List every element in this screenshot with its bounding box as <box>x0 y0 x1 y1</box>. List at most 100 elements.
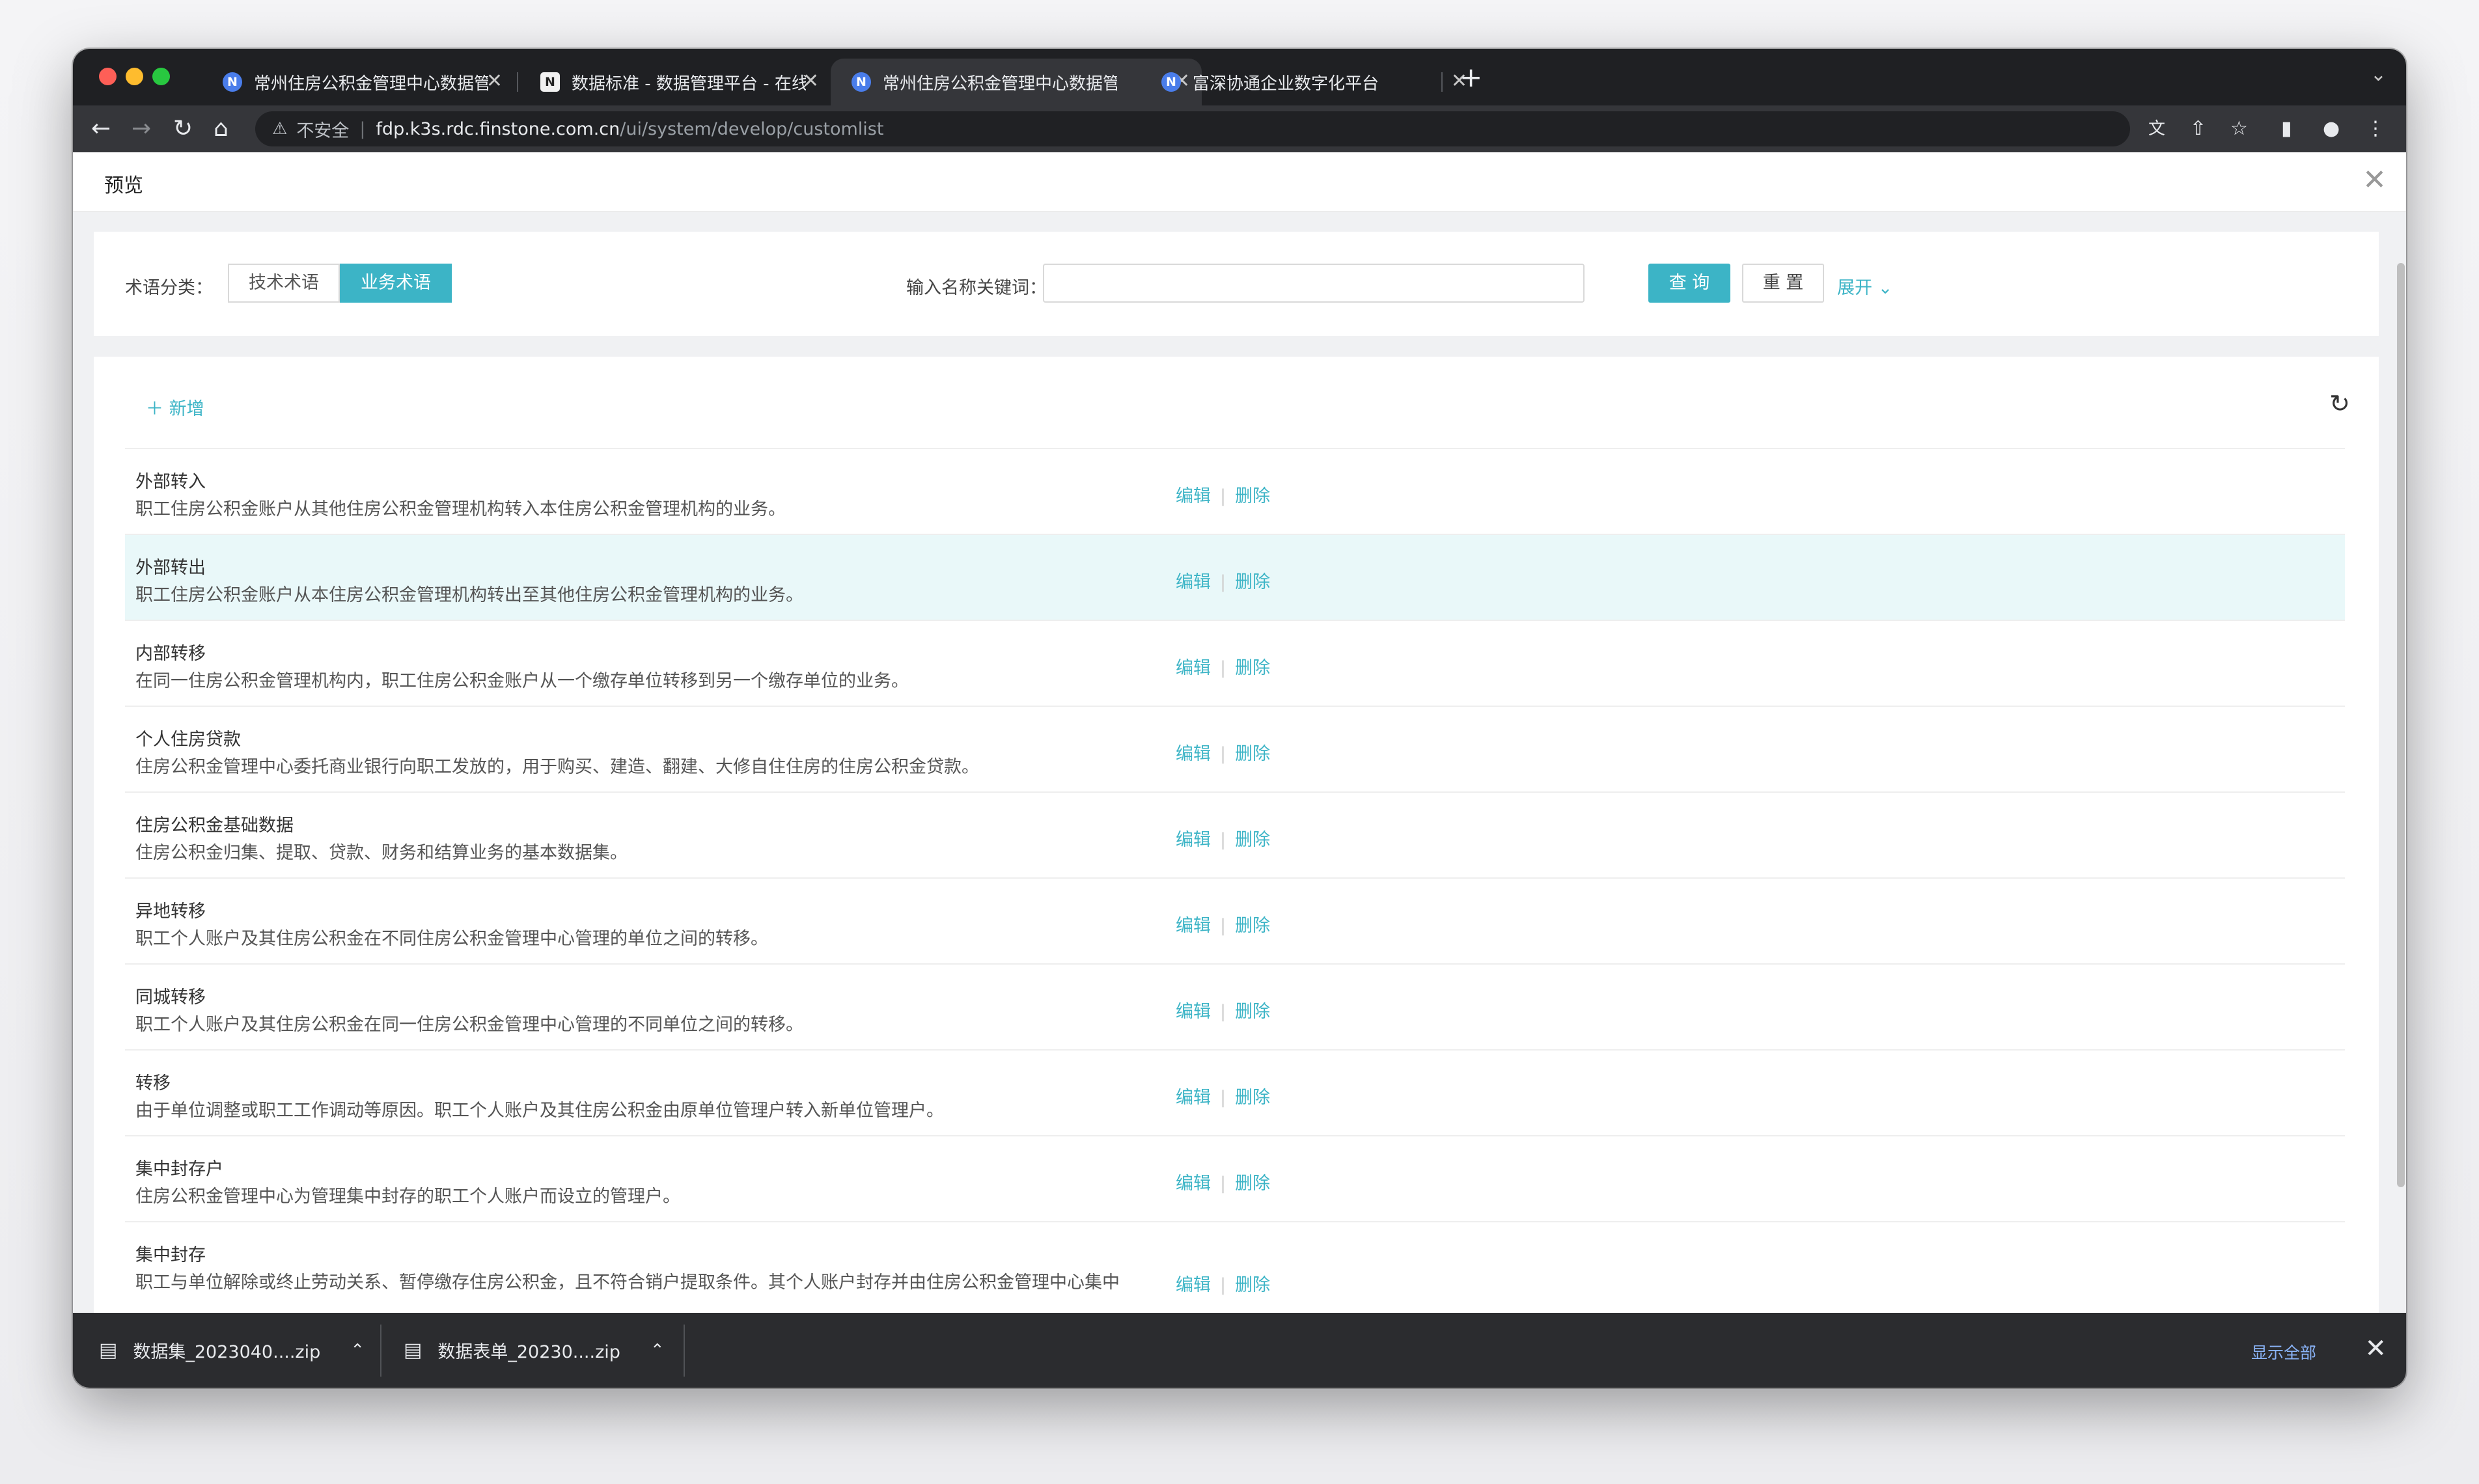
address-toolbar: ← → ↻ ⌂ ⚠ 不安全 | fdp.k3s.rdc.finstone.com… <box>73 105 2406 152</box>
tab-2[interactable]: N 数据标准 - 数据管理平台 - 在线文档 ✕ <box>519 59 831 105</box>
category-segmented-control: 技术术语 业务术语 <box>228 264 452 303</box>
zoom-window-button[interactable] <box>152 68 170 85</box>
download-item-1[interactable]: ▤ 数据集_2023040....zip ⌃ <box>99 1313 365 1388</box>
browser-window: N 常州住房公积金管理中心数据管理 ✕ N 数据标准 - 数据管理平台 - 在线… <box>73 49 2406 1388</box>
op-divider: | <box>1220 1174 1226 1194</box>
home-icon[interactable]: ⌂ <box>214 115 229 143</box>
tab-1[interactable]: N 常州住房公积金管理中心数据管理 ✕ <box>202 59 514 105</box>
tab-divider <box>1441 72 1443 92</box>
add-button[interactable]: ＋ 新增 <box>146 394 204 420</box>
op-divider: | <box>1220 486 1226 506</box>
term-description: 职工与单位解除或终止劳动关系、暂停缴存住房公积金，且不符合销户提取条件。其个人账… <box>135 1272 1120 1293</box>
bookmark-star-icon[interactable]: ☆ <box>2230 117 2248 141</box>
chevron-up-icon[interactable]: ⌃ <box>350 1341 365 1360</box>
download-divider <box>380 1325 381 1377</box>
list-item: 集中封存户 住房公积金管理中心为管理集中封存的职工个人账户而设立的管理户。 编辑… <box>125 1135 2345 1221</box>
edit-link[interactable]: 编辑 <box>1176 1275 1211 1295</box>
chevron-up-icon[interactable]: ⌃ <box>650 1341 665 1360</box>
url-divider: | <box>359 118 366 139</box>
edit-link[interactable]: 编辑 <box>1176 744 1211 764</box>
edit-link[interactable]: 编辑 <box>1176 916 1211 936</box>
site-favicon-icon: N <box>223 72 242 92</box>
forward-arrow-icon[interactable]: → <box>132 115 151 143</box>
modal-close-icon[interactable]: ✕ <box>2362 164 2387 197</box>
term-name: 内部转移 <box>135 644 206 664</box>
doc-favicon-icon: N <box>540 72 560 92</box>
category-label: 术语分类： <box>125 278 213 298</box>
address-bar[interactable]: ⚠ 不安全 | fdp.k3s.rdc.finstone.com.cn/ui/s… <box>255 111 2130 146</box>
list-item: 异地转移 职工个人账户及其住房公积金在不同住房公积金管理中心管理的单位之间的转移… <box>125 877 2345 963</box>
site-favicon-icon: N <box>1161 72 1181 92</box>
edit-link[interactable]: 编辑 <box>1176 1002 1211 1022</box>
delete-link[interactable]: 删除 <box>1235 572 1270 592</box>
back-arrow-icon[interactable]: ← <box>91 115 111 143</box>
download-item-2[interactable]: ▤ 数据表单_20230....zip ⌃ <box>404 1313 665 1388</box>
reload-icon[interactable]: ↻ <box>173 115 193 143</box>
share-icon[interactable]: ⇧ <box>2190 117 2206 141</box>
security-label[interactable]: 不安全 <box>296 117 349 142</box>
edit-link[interactable]: 编辑 <box>1176 830 1211 850</box>
download-bar: ▤ 数据集_2023040....zip ⌃ ▤ 数据表单_20230....z… <box>73 1313 2406 1388</box>
category-option-tech[interactable]: 技术术语 <box>228 264 340 303</box>
side-panel-icon[interactable]: ▮ <box>2281 117 2292 141</box>
preview-modal-header: 预览 ✕ <box>73 152 2406 212</box>
add-label: 新增 <box>169 399 204 419</box>
edit-link[interactable]: 编辑 <box>1176 1174 1211 1194</box>
new-tab-plus-icon[interactable]: + <box>1460 64 1482 91</box>
translate-icon[interactable]: 文 <box>2148 117 2165 141</box>
close-tab-icon[interactable]: ✕ <box>803 72 819 91</box>
file-icon: ▤ <box>99 1339 118 1362</box>
term-description: 住房公积金管理中心为管理集中封存的职工个人账户而设立的管理户。 <box>135 1187 680 1207</box>
tab-title: 常州住房公积金管理中心数据管理 <box>883 74 1117 94</box>
tab-search-chevron-icon[interactable]: ⌄ <box>2370 63 2387 86</box>
tab-title: 富深协通企业数字化平台 <box>1193 74 1379 94</box>
delete-link[interactable]: 删除 <box>1235 658 1270 678</box>
category-option-business[interactable]: 业务术语 <box>340 264 452 303</box>
term-list: 外部转入 职工住房公积金账户从其他住房公积金管理机构转入本住房公积金管理机构的业… <box>125 448 2345 1307</box>
site-favicon-icon: N <box>852 72 871 92</box>
file-icon: ▤ <box>404 1339 422 1362</box>
close-download-bar-icon[interactable]: ✕ <box>2364 1332 2387 1365</box>
url-path: /ui/system/develop/customlist <box>620 118 884 139</box>
edit-link[interactable]: 编辑 <box>1176 1088 1211 1108</box>
tab-4[interactable]: N 富深协通企业数字化平台 ✕ <box>1141 59 1506 105</box>
query-button[interactable]: 查 询 <box>1648 264 1730 303</box>
term-description: 住房公积金管理中心委托商业银行向职工发放的，用于购买、建造、翻建、大修自住住房的… <box>135 757 979 777</box>
edit-link[interactable]: 编辑 <box>1176 486 1211 506</box>
list-item: 内部转移 在同一住房公积金管理机构内，职工住房公积金账户从一个缴存单位转移到另一… <box>125 620 2345 706</box>
op-divider: | <box>1220 1275 1226 1295</box>
edit-link[interactable]: 编辑 <box>1176 572 1211 592</box>
minimize-window-button[interactable] <box>126 68 143 85</box>
term-description: 由于单位调整或职工工作调动等原因。职工个人账户及其住房公积金由原单位管理户转入新… <box>135 1101 944 1121</box>
delete-link[interactable]: 删除 <box>1235 1174 1270 1194</box>
edit-link[interactable]: 编辑 <box>1176 658 1211 678</box>
term-description: 住房公积金归集、提取、贷款、财务和结算业务的基本数据集。 <box>135 843 628 863</box>
term-description: 职工个人账户及其住房公积金在不同住房公积金管理中心管理的单位之间的转移。 <box>135 929 768 949</box>
plus-icon: ＋ <box>146 399 163 419</box>
reset-button[interactable]: 重 置 <box>1742 264 1824 303</box>
delete-link[interactable]: 删除 <box>1235 830 1270 850</box>
delete-link[interactable]: 删除 <box>1235 1088 1270 1108</box>
delete-link[interactable]: 删除 <box>1235 486 1270 506</box>
expand-toggle[interactable]: 展开 ⌄ <box>1837 273 1892 299</box>
modal-title: 预览 <box>104 174 143 197</box>
list-item: 外部转出 职工住房公积金账户从本住房公积金管理机构转出至其他住房公积金管理机构的… <box>125 534 2345 620</box>
close-window-button[interactable] <box>99 68 117 85</box>
keyword-label: 输入名称关键词： <box>906 278 1047 298</box>
delete-link[interactable]: 删除 <box>1235 1002 1270 1022</box>
refresh-icon[interactable]: ↻ <box>2329 389 2350 418</box>
keyword-search-input[interactable] <box>1043 264 1585 303</box>
page-scrollbar[interactable] <box>2397 263 2405 1187</box>
term-name: 异地转移 <box>135 901 206 922</box>
download-filename: 数据表单_20230....zip <box>437 1342 620 1362</box>
menu-kebab-icon[interactable]: ⋮ <box>2366 117 2385 141</box>
profile-avatar-icon[interactable]: ● <box>2323 117 2340 141</box>
warning-triangle-icon: ⚠ <box>272 119 288 139</box>
delete-link[interactable]: 删除 <box>1235 744 1270 764</box>
delete-link[interactable]: 删除 <box>1235 916 1270 936</box>
term-name: 住房公积金基础数据 <box>135 816 294 836</box>
show-all-downloads-link[interactable]: 显示全部 <box>2251 1340 2316 1364</box>
delete-link[interactable]: 删除 <box>1235 1275 1270 1295</box>
close-tab-icon[interactable]: ✕ <box>486 72 503 91</box>
expand-label: 展开 <box>1837 278 1872 298</box>
